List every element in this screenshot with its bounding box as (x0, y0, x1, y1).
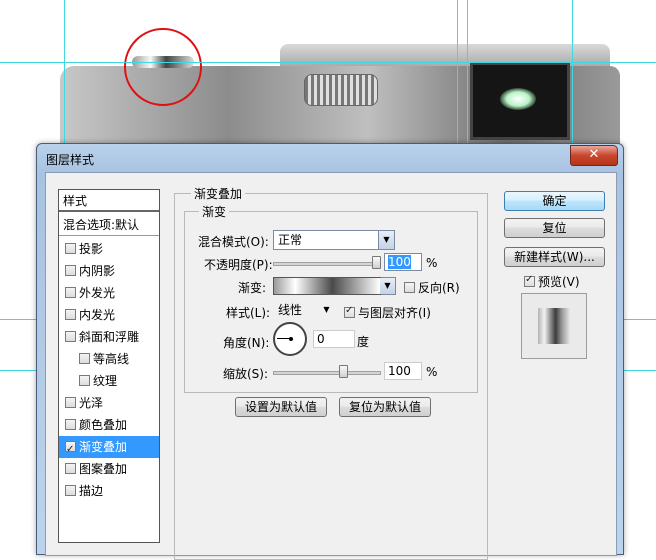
style-item-label: 颜色叠加 (79, 418, 128, 432)
chevron-down-icon: ▼ (378, 231, 394, 249)
guide-horizontal[interactable] (0, 62, 656, 63)
chevron-down-icon: ▼ (323, 305, 330, 314)
angle-center-dot (289, 337, 293, 341)
gradient-overlay-title: 渐变叠加 (191, 185, 246, 202)
angle-value: 0 (317, 332, 325, 346)
checkbox-icon[interactable] (65, 485, 76, 496)
reset-button[interactable]: 复位 (504, 218, 605, 238)
style-value: 线性 (278, 303, 303, 317)
checkbox-icon (524, 274, 535, 287)
style-item[interactable]: 颜色叠加 (59, 414, 159, 436)
dialog-client-area: 样式 混合选项:默认 投影内阴影外发光内发光斜面和浮雕等高线纹理光泽颜色叠加渐变… (45, 172, 617, 560)
new-style-button[interactable]: 新建样式(W)... (504, 247, 605, 267)
blend-mode-select[interactable]: 正常 ▼ (273, 230, 395, 250)
annotation-circle (124, 28, 202, 106)
checkbox-icon[interactable] (79, 353, 90, 364)
style-item-label: 图案叠加 (79, 462, 128, 476)
angle-input[interactable]: 0 (313, 330, 355, 348)
style-item-label: 渐变叠加 (79, 440, 128, 454)
gradient-dropdown[interactable]: ▼ (380, 277, 396, 295)
style-item[interactable]: 内发光 (59, 304, 159, 326)
reset-default-button[interactable]: 复位为默认值 (339, 397, 431, 417)
checkbox-icon[interactable] (65, 309, 76, 320)
styles-header[interactable]: 样式 (59, 190, 159, 212)
style-item[interactable]: 斜面和浮雕 (59, 326, 159, 348)
layer-style-dialog: 图层样式 ✕ 样式 混合选项:默认 投影内阴影外发光内发光斜面和浮雕等高线纹理光… (36, 143, 624, 560)
style-select[interactable]: 线性 ▼ (273, 300, 335, 320)
opacity-input[interactable]: 100 (384, 253, 422, 271)
align-with-layer-checkbox[interactable]: 与图层对齐(I) (344, 304, 431, 321)
style-preview (521, 293, 587, 359)
style-item[interactable]: 内阴影 (59, 260, 159, 282)
opacity-value: 100 (388, 255, 411, 269)
scale-input[interactable]: 100 (384, 362, 422, 380)
style-item-label: 内阴影 (79, 264, 116, 278)
camera-lens-glint (500, 88, 536, 110)
gradient-picker[interactable] (273, 277, 381, 295)
blending-options-item[interactable]: 混合选项:默认 (59, 214, 159, 236)
style-item[interactable]: 光泽 (59, 392, 159, 414)
ok-button[interactable]: 确定 (504, 191, 605, 211)
reverse-checkbox[interactable]: 反向(R) (404, 279, 460, 296)
preview-checkbox[interactable]: 预览(V) (524, 273, 580, 290)
blend-mode-label: 混合模式(O): (198, 235, 269, 249)
scale-label: 缩放(S): (223, 367, 269, 381)
blend-mode-value: 正常 (278, 233, 303, 247)
style-item-label: 斜面和浮雕 (79, 330, 140, 344)
style-item[interactable]: 渐变叠加 (59, 436, 159, 461)
checkbox-icon[interactable] (79, 375, 90, 386)
style-item[interactable]: 图案叠加 (59, 458, 159, 480)
style-item[interactable]: 等高线 (59, 348, 159, 370)
style-item-label: 光泽 (79, 396, 104, 410)
style-item[interactable]: 投影 (59, 238, 159, 260)
scale-value: 100 (388, 364, 411, 378)
preview-swatch (538, 308, 570, 344)
opacity-percent: % (426, 256, 438, 270)
chevron-down-icon: ▼ (380, 278, 395, 294)
checkbox-icon (404, 282, 415, 293)
gradient-subgroup-title: 渐变 (199, 203, 230, 220)
checkbox-icon (344, 305, 355, 318)
checkbox-icon[interactable] (65, 439, 76, 461)
checkbox-icon[interactable] (65, 243, 76, 254)
dialog-title: 图层样式 (46, 153, 95, 167)
style-item-label: 外发光 (79, 286, 116, 300)
angle-dial[interactable] (273, 322, 307, 356)
style-item[interactable]: 描边 (59, 480, 159, 502)
checkbox-icon[interactable] (65, 265, 76, 276)
style-label: 样式(L): (226, 306, 271, 320)
preview-label: 预览(V) (538, 275, 580, 289)
style-item[interactable]: 外发光 (59, 282, 159, 304)
checkbox-icon[interactable] (65, 287, 76, 298)
opacity-slider-track[interactable] (273, 262, 381, 266)
style-item-label: 内发光 (79, 308, 116, 322)
close-icon[interactable]: ✕ (570, 145, 618, 166)
align-label: 与图层对齐(I) (358, 306, 431, 320)
opacity-slider-thumb[interactable] (372, 256, 381, 269)
style-item-label: 等高线 (93, 352, 130, 366)
styles-list: 样式 混合选项:默认 投影内阴影外发光内发光斜面和浮雕等高线纹理光泽颜色叠加渐变… (58, 189, 160, 543)
camera-grille (304, 74, 378, 106)
checkbox-icon[interactable] (65, 397, 76, 408)
style-item-label: 纹理 (93, 374, 118, 388)
scale-slider-track[interactable] (273, 371, 381, 375)
scale-percent: % (426, 365, 438, 379)
style-item-label: 投影 (79, 242, 104, 256)
checkbox-icon[interactable] (65, 419, 76, 430)
style-item-label: 描边 (79, 484, 104, 498)
scale-slider-thumb[interactable] (339, 365, 349, 378)
angle-unit: 度 (357, 335, 370, 349)
checkbox-icon[interactable] (65, 331, 76, 342)
style-item[interactable]: 纹理 (59, 370, 159, 392)
angle-label: 角度(N): (223, 336, 270, 350)
gradient-label: 渐变: (238, 281, 267, 295)
checkbox-icon[interactable] (65, 463, 76, 474)
opacity-label: 不透明度(P): (204, 258, 273, 272)
reverse-label: 反向(R) (418, 281, 460, 295)
make-default-button[interactable]: 设置为默认值 (235, 397, 327, 417)
